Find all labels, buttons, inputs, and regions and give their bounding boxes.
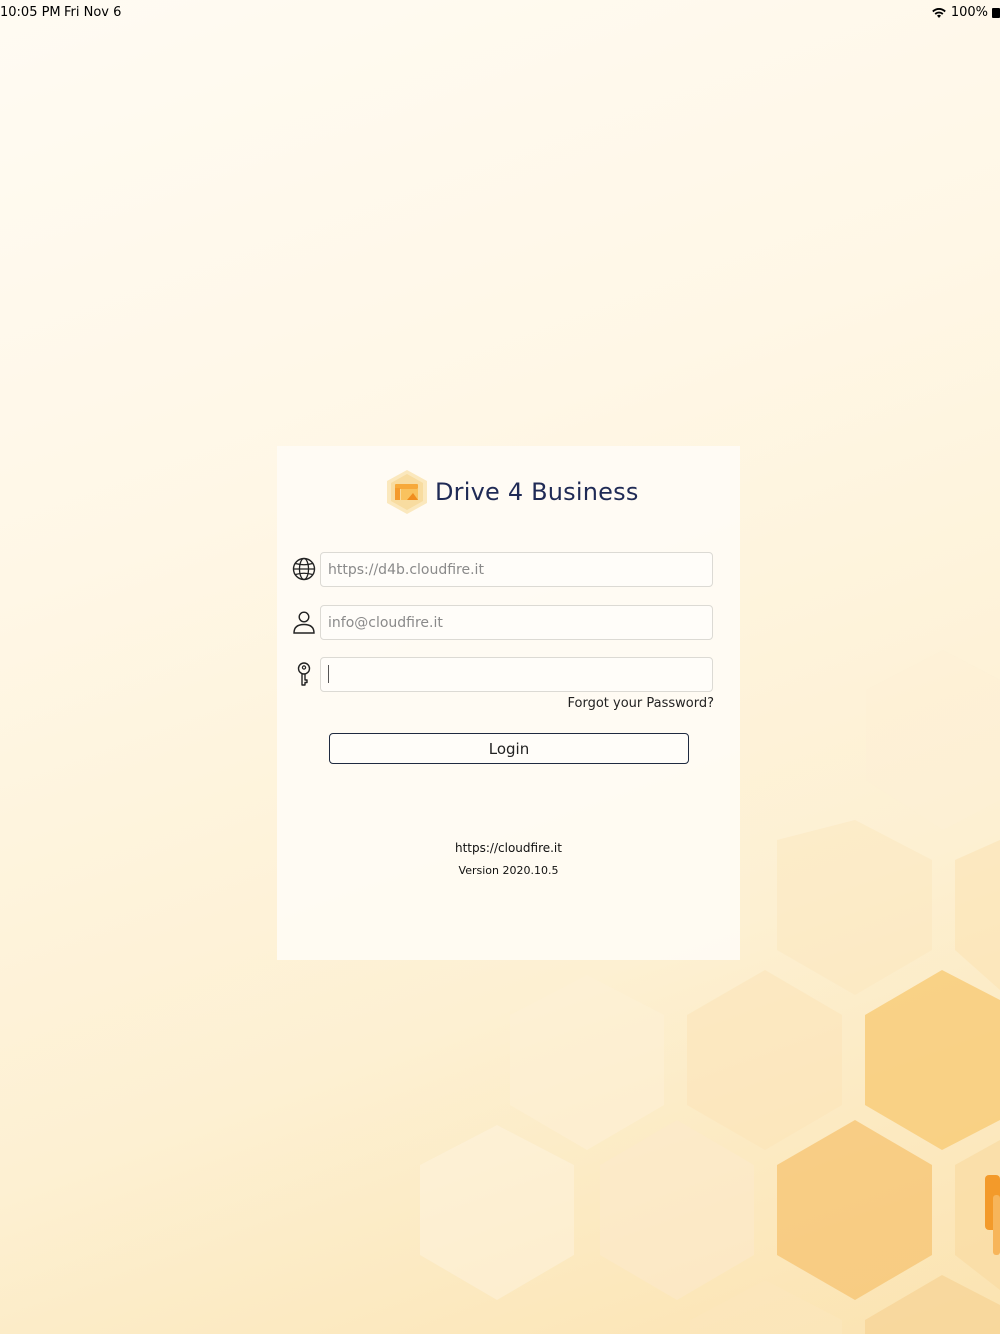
version-label: Version 2020.10.5 (458, 864, 559, 877)
user-icon (293, 611, 315, 634)
brand-header: Drive 4 Business (385, 470, 639, 514)
forgot-password-link[interactable]: Forgot your Password? (567, 696, 714, 711)
server-url-input[interactable] (320, 552, 713, 587)
status-indicators: 100% (931, 5, 1000, 20)
battery-icon (992, 7, 1000, 18)
status-date: Fri Nov 6 (64, 5, 122, 20)
globe-icon (292, 557, 316, 581)
app-title: Drive 4 Business (435, 478, 639, 506)
password-input[interactable] (320, 657, 713, 692)
login-button[interactable]: Login (329, 733, 689, 764)
key-icon (297, 662, 311, 686)
user-field-row (291, 605, 715, 640)
hexagon-folder-logo-icon (387, 470, 427, 514)
website-link[interactable]: https://cloudfire.it (277, 841, 740, 855)
wifi-icon (932, 7, 946, 18)
server-field-row (291, 552, 715, 587)
username-input[interactable] (320, 605, 713, 640)
status-time: 10:05 PM (0, 5, 61, 20)
login-card: Drive 4 Business Forgot your Password? L… (277, 446, 740, 960)
battery-percent: 100% (950, 5, 988, 20)
text-caret (328, 665, 329, 683)
status-bar: 10:05 PM Fri Nov 6 100% (0, 0, 1000, 26)
password-field-row (291, 657, 715, 692)
